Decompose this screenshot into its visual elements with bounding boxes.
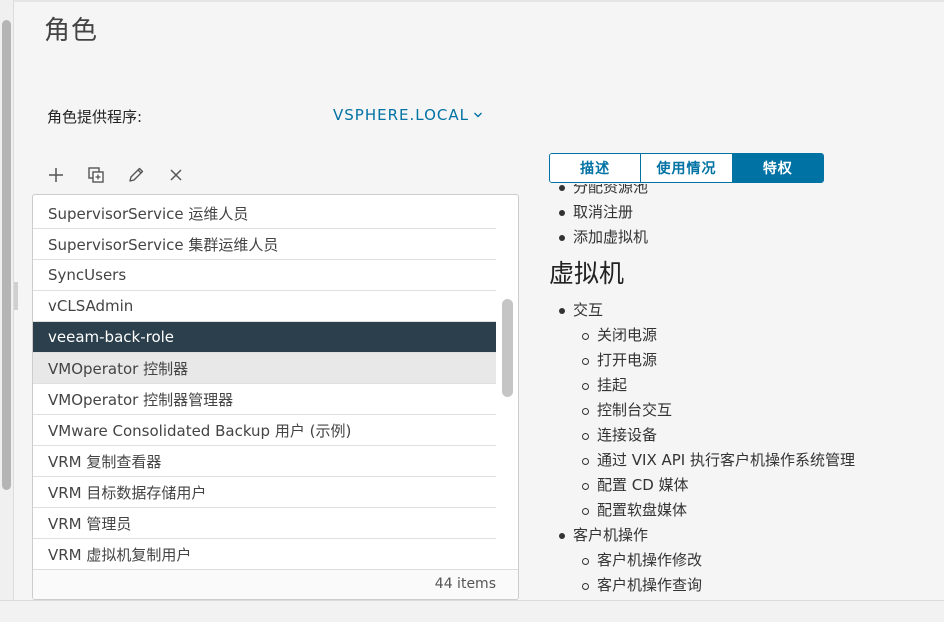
table-row[interactable]: veeam-back-role [33,322,496,353]
role-provider-dropdown[interactable]: VSPHERE.LOCAL [333,106,483,124]
role-name: VMOperator 控制器 [48,359,189,378]
table-row[interactable]: VMOperator 控制器 [33,353,496,384]
privilege-panel[interactable]: 分配资源池 取消注册 添加虚拟机虚拟机交互 关闭电源 打开电源 挂起 控制台交互 连接设备 通过… [549,184,944,600]
table-row[interactable]: SupervisorService 运维人员 [33,198,496,229]
privilege-item: 配置软盘媒体 [549,498,944,523]
add-icon [49,168,63,182]
privilege-group-heading: 虚拟机 [549,259,625,288]
role-name: vCLSAdmin [48,297,134,315]
edit-role-button[interactable] [116,162,156,188]
role-provider-value: VSPHERE.LOCAL [333,106,469,124]
table-row[interactable]: VRM 目标数据存储用户 [33,477,496,508]
left-panel-scrollbar[interactable] [0,0,14,622]
privilege-tree: 分配资源池 取消注册 添加虚拟机虚拟机交互 关闭电源 打开电源 挂起 控制台交互 连接设备 通过… [549,184,944,598]
privilege-item: 挂起 [549,373,944,398]
role-list-scroll-thumb[interactable] [502,299,513,397]
privilege-item: 配置 CD 媒体 [549,473,944,498]
bottom-scrollbar-track[interactable] [0,600,944,622]
role-name: veeam-back-role [48,328,175,346]
role-list-footer: 44 items [33,569,518,599]
panel-resize-handle[interactable] [14,282,18,310]
privilege-item: 通过 VIX API 执行客户机操作系统管理 [549,448,944,473]
role-detail-tabs: 描述 使用情况 特权 [549,153,824,183]
table-row[interactable]: VRM 管理员 [33,508,496,539]
privilege-item: 控制台交互 [549,398,944,423]
table-row[interactable]: VMware Consolidated Backup 用户 (示例) [33,415,496,446]
role-list-scrollbar[interactable] [499,195,518,571]
role-name: SupervisorService 运维人员 [48,204,249,223]
privilege-item: 打开电源 [549,348,944,373]
privilege-item: 分配资源池 [549,184,944,200]
edit-icon [129,167,144,182]
role-name: VRM 虚拟机复制用户 [48,545,192,564]
role-name: VRM 目标数据存储用户 [48,483,207,502]
privilege-item: 连接设备 [549,423,944,448]
role-list: SupervisorService 运维人员 SupervisorService … [32,194,519,600]
role-name: VMware Consolidated Backup 用户 (示例) [48,421,352,440]
top-divider [14,0,944,2]
role-toolbar [36,162,196,188]
tab-1[interactable]: 使用情况 [640,154,732,182]
delete-icon [170,169,182,181]
privilege-item: 交互 [549,298,944,323]
privilege-item: 客户机操作 [549,523,944,548]
clone-role-button[interactable] [76,162,116,188]
privilege-item: 客户机操作修改 [549,548,944,573]
tab-0[interactable]: 描述 [550,154,641,182]
privilege-item: 取消注册 [549,200,944,225]
page-title: 角色 [44,16,99,46]
chevron-down-icon [473,112,482,118]
add-role-button[interactable] [36,162,76,188]
privilege-item: 关闭电源 [549,323,944,348]
role-provider-label: 角色提供程序: [47,108,143,126]
table-row[interactable]: VMOperator 控制器管理器 [33,384,496,415]
role-name: VRM 复制查看器 [48,452,162,471]
table-row[interactable]: vCLSAdmin [33,291,496,322]
table-row[interactable]: SupervisorService 集群运维人员 [33,229,496,260]
left-panel-scroll-thumb[interactable] [2,20,11,490]
role-name: SyncUsers [48,266,127,284]
delete-role-button[interactable] [156,162,196,188]
role-list-rows: SupervisorService 运维人员 SupervisorService … [33,198,496,570]
role-name: SupervisorService 集群运维人员 [48,235,279,254]
table-row[interactable]: VRM 虚拟机复制用户 [33,539,496,570]
privilege-item: 添加虚拟机 [549,225,944,250]
privilege-item: 客户机操作查询 [549,573,944,598]
clone-icon [88,167,104,183]
table-row[interactable]: SyncUsers [33,260,496,291]
role-name: VRM 管理员 [48,514,132,533]
role-count: 44 items [434,576,496,592]
table-row[interactable]: VRM 复制查看器 [33,446,496,477]
tab-2[interactable]: 特权 [731,154,823,182]
role-name: VMOperator 控制器管理器 [48,390,234,409]
